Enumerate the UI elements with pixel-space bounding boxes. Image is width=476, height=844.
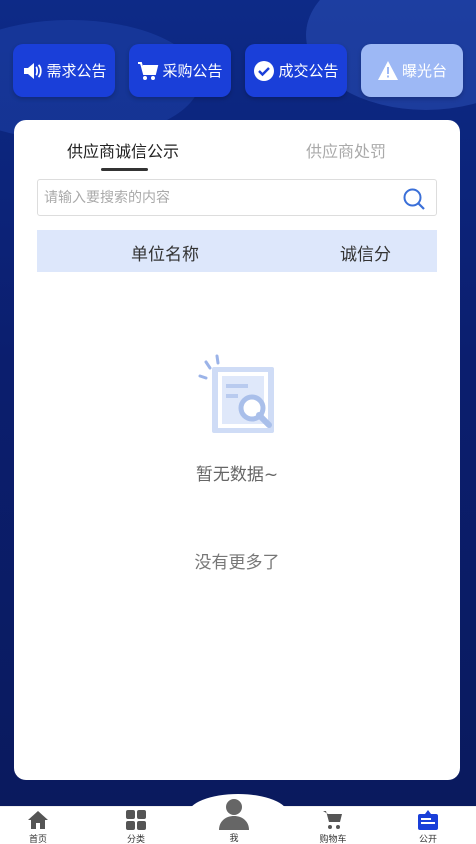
nav-label: 我 <box>229 834 239 844</box>
column-header-integrity-score: 诚信分 <box>340 245 391 265</box>
demand-announcement-button[interactable]: 需求公告 <box>13 44 115 97</box>
deal-announcement-button[interactable]: 成交公告 <box>245 44 347 97</box>
cart-icon <box>137 60 159 82</box>
check-circle-icon <box>253 60 275 82</box>
warning-icon <box>377 60 399 82</box>
tab-supplier-penalty[interactable]: 供应商处罚 <box>306 138 386 162</box>
no-more-text: 没有更多了 <box>194 553 280 573</box>
column-header-company-name: 单位名称 <box>131 245 199 265</box>
empty-state-text: 暂无数据~ <box>195 465 279 485</box>
table-header: 单位名称 诚信分 <box>37 230 437 272</box>
nav-label: 公开 <box>418 835 437 844</box>
cart-icon <box>322 809 344 831</box>
exposure-platform-button[interactable]: 曝光台 <box>361 44 463 97</box>
button-label: 成交公告 <box>278 62 339 80</box>
home-icon <box>27 809 49 831</box>
grid-icon <box>125 809 147 831</box>
nav-category[interactable]: 分类 <box>106 806 166 844</box>
nav-label: 首页 <box>28 835 47 844</box>
button-label: 曝光台 <box>401 62 447 80</box>
speaker-icon <box>21 60 43 82</box>
button-label: 需求公告 <box>46 62 107 80</box>
tab-supplier-integrity[interactable]: 供应商诚信公示 <box>67 138 179 162</box>
content-card: 供应商诚信公示 供应商处罚 单位名称 诚信分 暂无数据~ 没有更多了 <box>14 120 460 780</box>
user-icon <box>217 796 251 830</box>
nav-public[interactable]: 公开 <box>398 806 458 844</box>
search-icon[interactable] <box>402 187 426 211</box>
search-input[interactable] <box>44 180 394 215</box>
active-tab-indicator <box>101 168 148 171</box>
search-box <box>37 179 437 216</box>
announcement-buttons: 需求公告 采购公告 成交公告 曝光台 <box>13 44 463 97</box>
nav-label: 分类 <box>126 835 145 844</box>
tab-bar: 供应商诚信公示 供应商处罚 <box>14 120 460 178</box>
empty-document-search-icon <box>192 352 282 442</box>
button-label: 采购公告 <box>162 62 223 80</box>
nav-label: 购物车 <box>319 835 347 844</box>
nav-me[interactable]: 我 <box>204 799 264 844</box>
notice-board-icon <box>417 809 439 831</box>
purchase-announcement-button[interactable]: 采购公告 <box>129 44 231 97</box>
nav-cart[interactable]: 购物车 <box>303 806 363 844</box>
nav-home[interactable]: 首页 <box>8 806 68 844</box>
